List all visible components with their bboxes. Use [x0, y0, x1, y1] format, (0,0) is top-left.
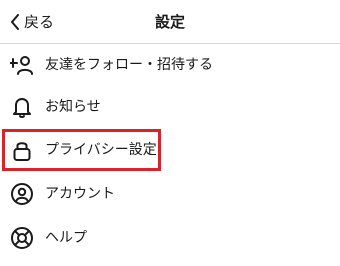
menu-item-label: 友達をフォロー・招待する — [45, 57, 213, 73]
lifebuoy-icon — [10, 226, 34, 250]
bell-icon — [10, 95, 34, 119]
menu-item-notifications[interactable]: お知らせ — [0, 87, 340, 127]
menu-item-follow-invite[interactable]: 友達をフォロー・招待する — [0, 45, 340, 85]
menu-item-account[interactable]: アカウント — [0, 174, 340, 214]
menu-item-label: お知らせ — [45, 99, 101, 115]
account-icon — [10, 182, 34, 206]
header-divider — [0, 43, 340, 44]
menu-item-label: アカウント — [45, 186, 115, 202]
menu-item-label: ヘルプ — [45, 230, 87, 246]
page-title: 設定 — [154, 13, 185, 31]
menu-item-help[interactable]: ヘルプ — [0, 218, 340, 258]
header-bar: 戻る 設定 — [0, 0, 340, 44]
add-user-icon — [10, 53, 34, 77]
highlight-box — [2, 129, 161, 171]
